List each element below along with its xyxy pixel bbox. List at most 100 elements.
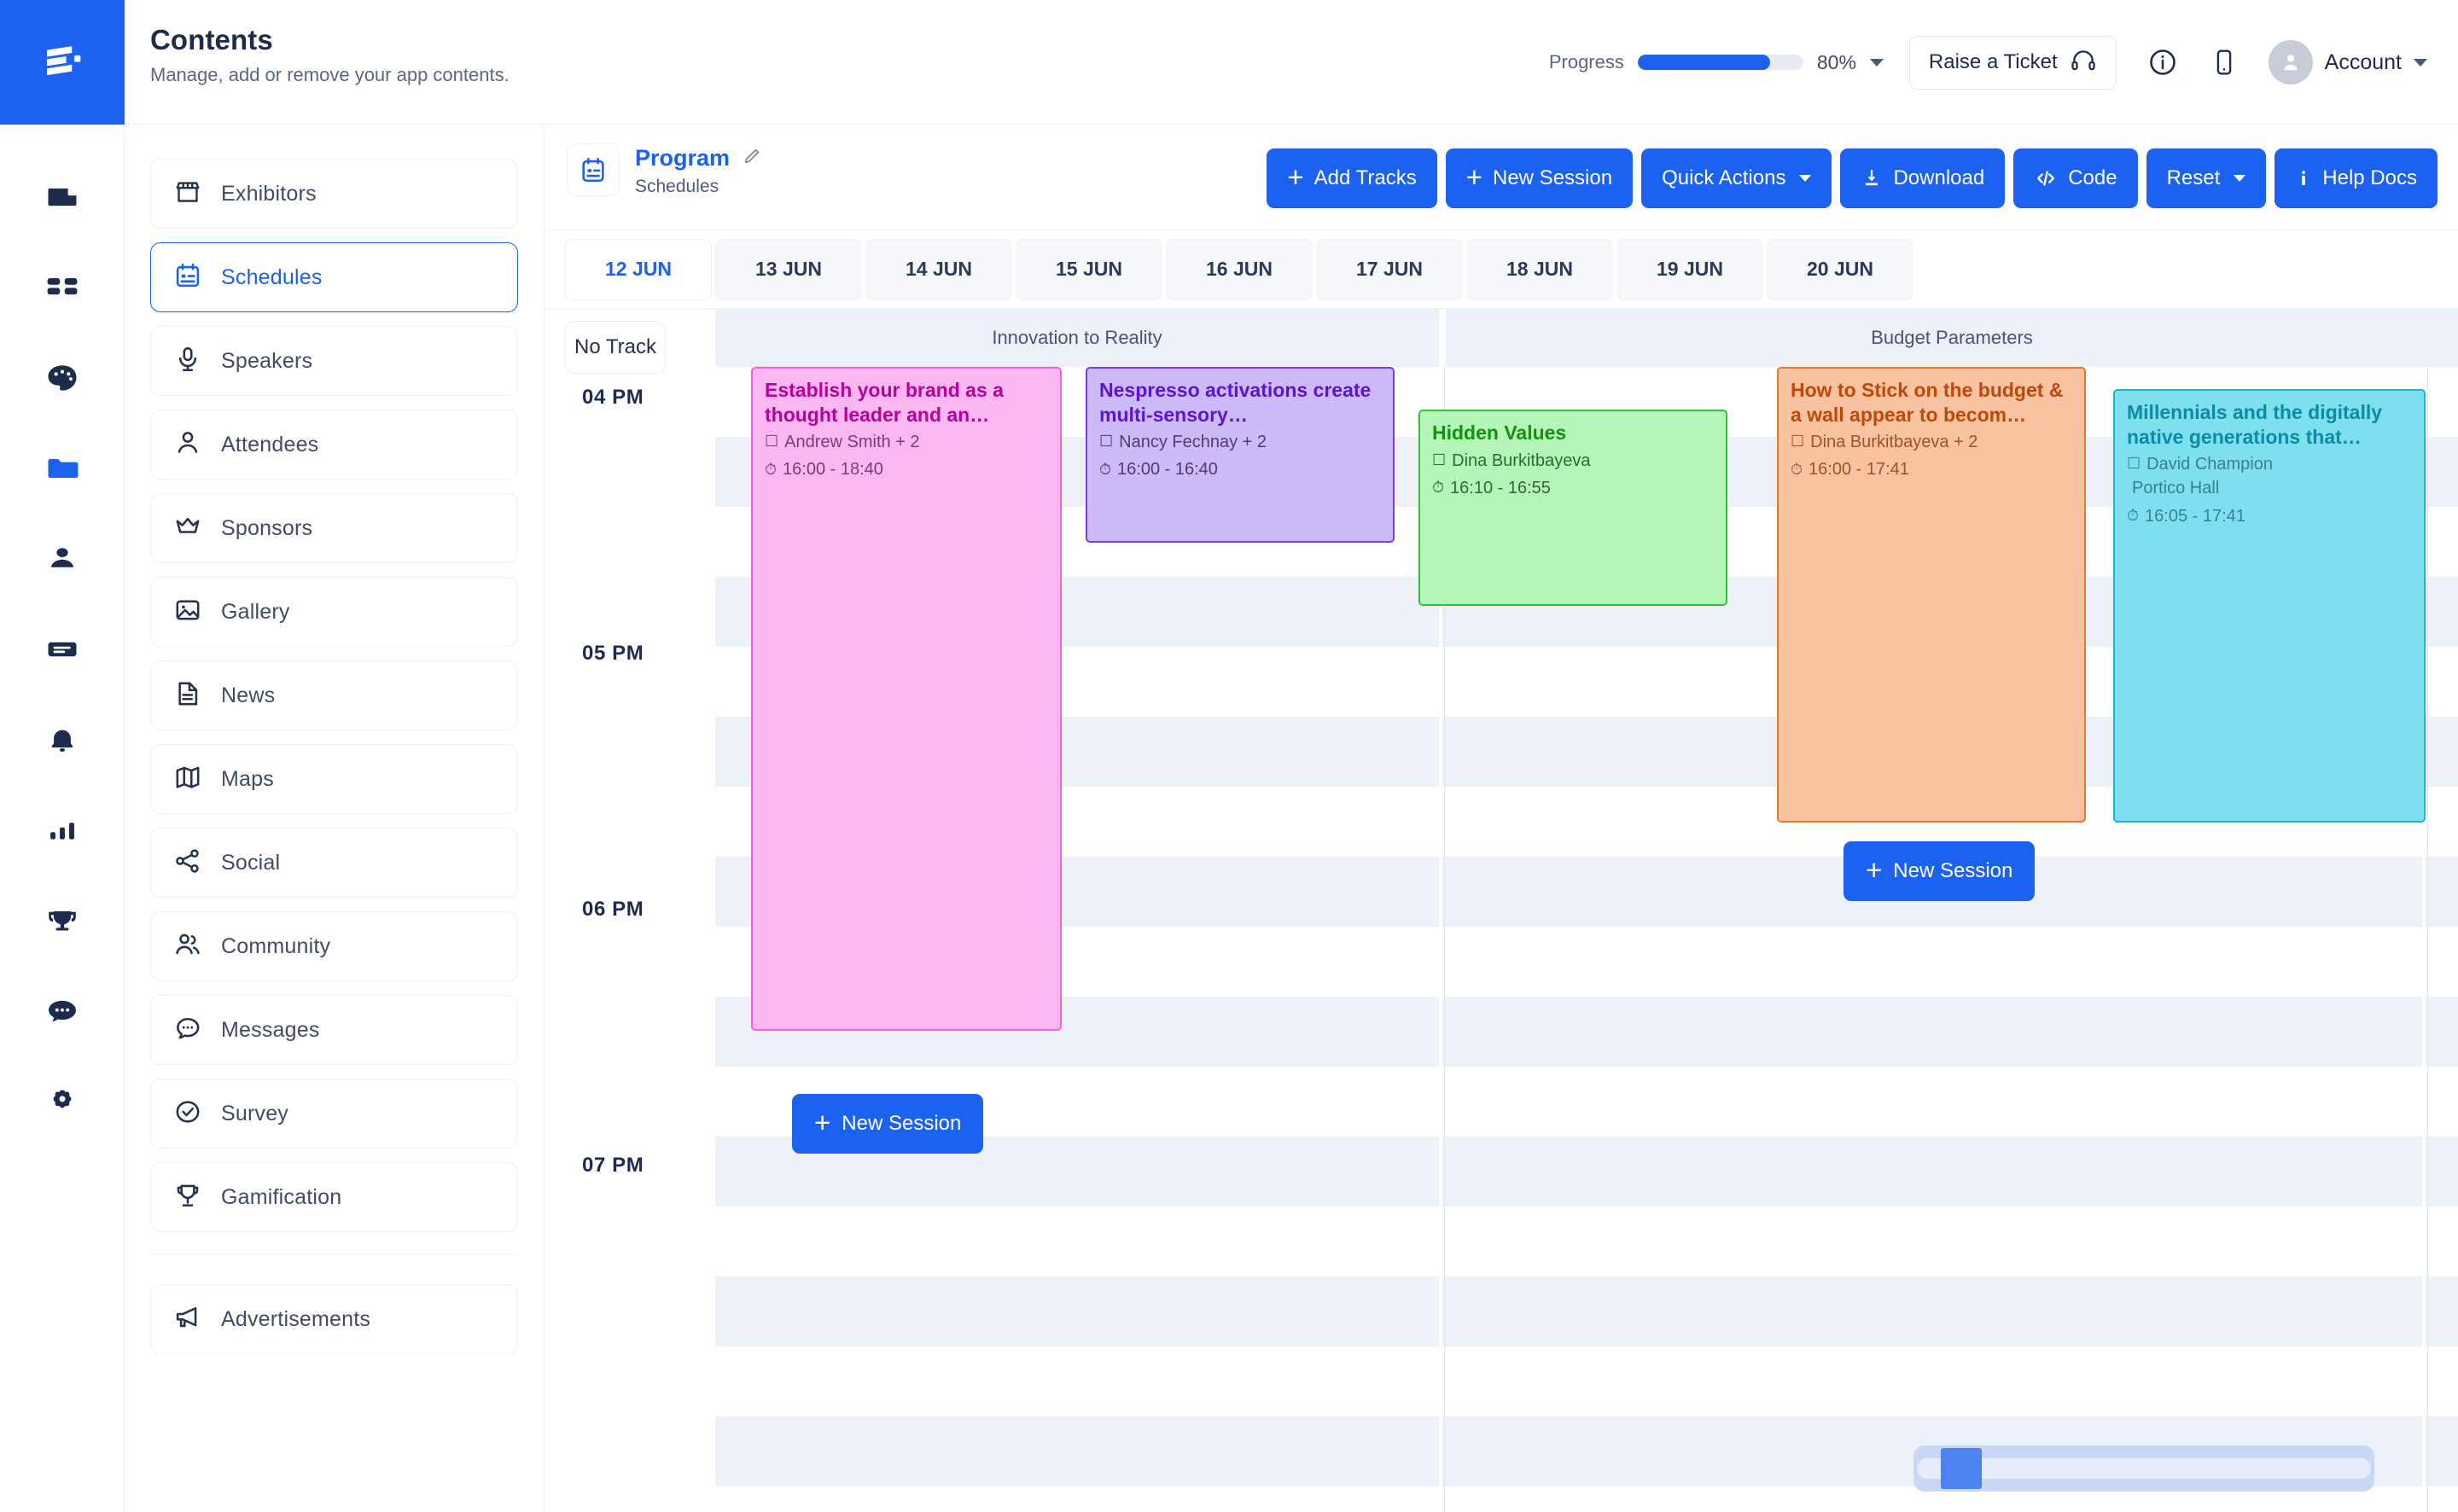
date-tab-18-jun[interactable]: 18 JUN bbox=[1466, 238, 1613, 300]
rail-item-chat[interactable] bbox=[0, 966, 125, 1056]
menu-item-attendees[interactable]: Attendees bbox=[150, 410, 518, 480]
menu-item-social[interactable]: Social bbox=[150, 828, 518, 898]
horizontal-scrollbar[interactable] bbox=[1913, 1445, 2374, 1492]
button-label: New Session bbox=[1493, 166, 1613, 189]
account-menu[interactable]: Account bbox=[2268, 40, 2427, 84]
menu-item-label: Maps bbox=[221, 766, 274, 791]
rail-item-trophy[interactable] bbox=[0, 875, 125, 966]
rail-item-dashboard[interactable] bbox=[0, 242, 125, 333]
menu-item-exhibitors[interactable]: Exhibitors bbox=[150, 159, 518, 229]
date-tab-19-jun[interactable]: 19 JUN bbox=[1616, 238, 1763, 300]
session-speaker: ☐ David Champion bbox=[2127, 455, 2273, 474]
program-name: Program bbox=[635, 145, 731, 171]
date-tab-17-jun[interactable]: 17 JUN bbox=[1316, 238, 1463, 300]
horizontal-scrollbar-thumb[interactable] bbox=[1941, 1448, 1982, 1489]
clock-icon: ⏱ bbox=[1099, 460, 1112, 478]
program-name-row: Program bbox=[635, 145, 762, 172]
download-button[interactable]: Download bbox=[1840, 148, 2006, 208]
menu-item-gallery[interactable]: Gallery bbox=[150, 577, 518, 647]
quick-actions-button[interactable]: Quick Actions bbox=[1641, 148, 1832, 208]
session-card[interactable]: Millennials and the digitally native gen… bbox=[2113, 389, 2426, 823]
speaker-square-icon: ☐ bbox=[1791, 433, 1805, 451]
menu-item-label: Exhibitors bbox=[221, 181, 317, 206]
session-title: Nespresso activations create multi-senso… bbox=[1099, 379, 1372, 426]
track-column-separator-line bbox=[2427, 367, 2428, 1512]
calendar-icon bbox=[173, 261, 202, 294]
session-card[interactable]: Hidden Values ☐ Dina Burkitbayeva ⏱ 16:1… bbox=[1418, 410, 1727, 606]
menu-item-community[interactable]: Community bbox=[150, 911, 518, 981]
horizontal-scrollbar-track[interactable] bbox=[1917, 1448, 2371, 1489]
progress-label: Progress bbox=[1548, 51, 1624, 73]
menu-item-schedules[interactable]: Schedules bbox=[150, 242, 518, 312]
add-tracks-button[interactable]: + Add Tracks bbox=[1267, 148, 1437, 208]
session-speaker: ☐ Dina Burkitbayeva + 2 bbox=[1791, 433, 1978, 452]
date-tab-20-jun[interactable]: 20 JUN bbox=[1767, 238, 1913, 300]
progress-chevron-down-icon[interactable] bbox=[1869, 58, 1884, 67]
schedule-calendar: No Track Innovation to Reality Budget Pa… bbox=[545, 309, 2458, 1512]
icon-rail-items bbox=[0, 125, 124, 1147]
icon-rail bbox=[0, 0, 125, 1512]
hour-label: 04 PM bbox=[582, 386, 644, 409]
raise-ticket-button[interactable]: Raise a Ticket bbox=[1908, 35, 2117, 90]
menu-item-messages[interactable]: Messages bbox=[150, 995, 518, 1065]
share-icon bbox=[173, 846, 202, 880]
date-tab-14-jun[interactable]: 14 JUN bbox=[865, 238, 1012, 300]
button-label: Code bbox=[2068, 166, 2117, 189]
menu-item-advertisements[interactable]: Advertisements bbox=[150, 1284, 518, 1354]
no-track-button[interactable]: No Track bbox=[565, 321, 666, 374]
new-session-button[interactable]: + New Session bbox=[1445, 148, 1634, 208]
session-title: Millennials and the digitally native gen… bbox=[2127, 401, 2383, 448]
pencil-edit-icon[interactable] bbox=[742, 146, 762, 171]
button-label: Quick Actions bbox=[1662, 166, 1786, 189]
rail-item-person[interactable] bbox=[0, 514, 125, 604]
session-card[interactable]: Nespresso activations create multi-senso… bbox=[1086, 367, 1395, 543]
mobile-phone-icon[interactable] bbox=[2200, 38, 2248, 86]
help-docs-button[interactable]: Help Docs bbox=[2275, 148, 2438, 208]
session-time: ⏱ 16:00 - 18:40 bbox=[765, 460, 883, 480]
new-session-floating-button[interactable]: + New Session bbox=[1844, 841, 2036, 901]
people-icon bbox=[173, 930, 202, 963]
code-button[interactable]: Code bbox=[2013, 148, 2138, 208]
button-label: Reset bbox=[2166, 166, 2221, 189]
rail-item-bar-chart[interactable] bbox=[0, 785, 125, 875]
menu-item-speakers[interactable]: Speakers bbox=[150, 326, 518, 396]
content-menu-list: Exhibitors Schedules Speakers Attendees Spon… bbox=[150, 159, 518, 1232]
rail-item-folder[interactable] bbox=[0, 423, 125, 514]
date-tab-15-jun[interactable]: 15 JUN bbox=[1016, 238, 1162, 300]
menu-divider bbox=[150, 1254, 518, 1255]
new-session-floating-button[interactable]: + New Session bbox=[792, 1094, 984, 1154]
image-icon bbox=[173, 596, 202, 629]
check-circle-icon bbox=[173, 1097, 202, 1131]
rail-item-palette[interactable] bbox=[0, 333, 125, 423]
menu-item-maps[interactable]: Maps bbox=[150, 744, 518, 814]
headset-icon bbox=[2070, 47, 2097, 79]
reset-button[interactable]: Reset bbox=[2146, 148, 2267, 208]
rail-item-bell[interactable] bbox=[0, 695, 125, 785]
menu-item-survey[interactable]: Survey bbox=[150, 1079, 518, 1149]
rail-item-gear[interactable] bbox=[0, 1056, 125, 1147]
button-label: Download bbox=[1893, 166, 1985, 189]
menu-item-sponsors[interactable]: Sponsors bbox=[150, 493, 518, 563]
speaker-square-icon: ☐ bbox=[765, 433, 779, 451]
schedule-grid: 04 PM 05 PM 06 PM 07 PM Establish your b… bbox=[545, 367, 2458, 1512]
session-speaker: ☐ Dina Burkitbayeva bbox=[1432, 451, 1591, 470]
menu-item-news[interactable]: News bbox=[150, 660, 518, 730]
session-title: How to Stick on the budget & a wall appe… bbox=[1791, 379, 2064, 426]
menu-item-label: News bbox=[221, 683, 276, 707]
date-tab-16-jun[interactable]: 16 JUN bbox=[1166, 238, 1313, 300]
map-icon bbox=[173, 763, 202, 796]
date-tabs: 12 JUN 13 JUN 14 JUN 15 JUN 16 JUN 17 JUN 18 J… bbox=[545, 230, 2458, 309]
person-icon bbox=[173, 428, 202, 462]
session-card[interactable]: How to Stick on the budget & a wall appe… bbox=[1777, 367, 2086, 823]
account-chevron-down-icon[interactable] bbox=[2414, 58, 2427, 67]
date-tab-13-jun[interactable]: 13 JUN bbox=[715, 238, 862, 300]
rail-item-card-list[interactable] bbox=[0, 604, 125, 695]
date-tab-12-jun[interactable]: 12 JUN bbox=[565, 238, 712, 300]
menu-item-gamification[interactable]: Gamification bbox=[150, 1162, 518, 1232]
session-card[interactable]: Establish your brand as a thought leader… bbox=[751, 367, 1062, 1031]
button-label: Help Docs bbox=[2322, 166, 2417, 189]
rail-item-document[interactable] bbox=[0, 152, 125, 242]
header-actions: Progress 80% Raise a Ticket Account bbox=[1549, 0, 2427, 125]
brand-logo[interactable] bbox=[0, 0, 125, 125]
info-circle-icon[interactable] bbox=[2139, 38, 2187, 86]
